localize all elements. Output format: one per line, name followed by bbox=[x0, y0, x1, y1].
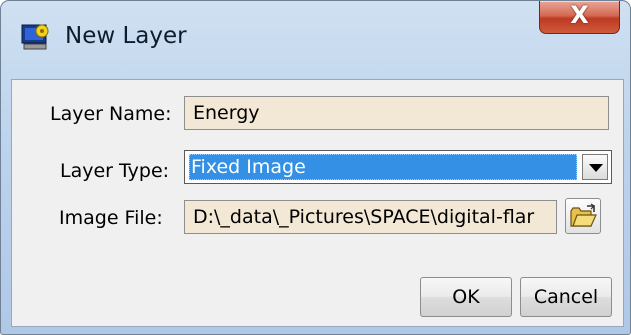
new-layer-dialog: New Layer X Layer Name: Energy Layer Typ… bbox=[0, 0, 631, 335]
ok-button[interactable]: OK bbox=[420, 277, 512, 317]
layer-type-selected-value: Fixed Image bbox=[189, 154, 577, 180]
cancel-button[interactable]: Cancel bbox=[520, 277, 612, 317]
layer-name-label: Layer Name: bbox=[50, 103, 172, 125]
layer-type-label: Layer Type: bbox=[60, 160, 170, 182]
layer-type-select[interactable]: Fixed Image bbox=[184, 150, 612, 184]
open-folder-icon bbox=[569, 203, 597, 233]
window-title: New Layer bbox=[65, 23, 187, 49]
dialog-body: Layer Name: Energy Layer Type: Fixed Ima… bbox=[11, 79, 624, 327]
layer-name-field[interactable]: Energy bbox=[184, 96, 609, 130]
close-icon: X bbox=[570, 1, 589, 29]
close-button[interactable]: X bbox=[539, 1, 620, 34]
title-bar[interactable]: New Layer X bbox=[1, 1, 630, 79]
image-file-label: Image File: bbox=[59, 207, 163, 229]
image-file-field[interactable]: D:\_data\_Pictures\SPACE\digital-flar bbox=[184, 200, 557, 234]
chevron-down-icon[interactable] bbox=[582, 154, 608, 180]
layer-app-icon bbox=[21, 24, 51, 52]
browse-button[interactable] bbox=[565, 198, 601, 234]
